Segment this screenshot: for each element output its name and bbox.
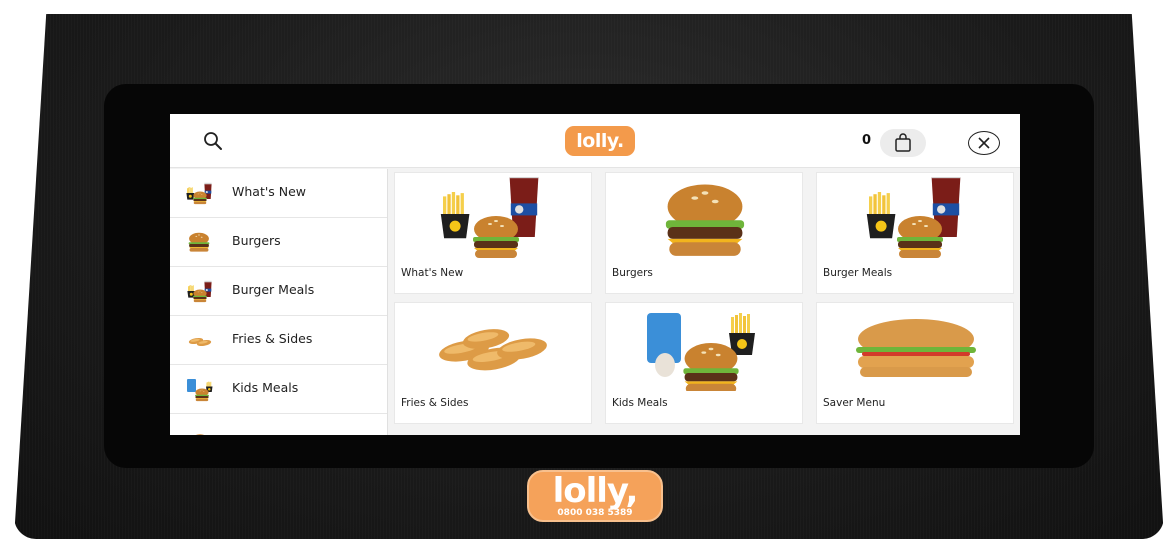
category-sidebar: What's New Burgers Burger Meals Fries & …	[170, 169, 388, 435]
sidebar-item-label: Fries & Sides	[232, 331, 313, 346]
sidebar-item-kids-meals[interactable]: Kids Meals	[170, 365, 387, 414]
kids-meals-image	[647, 313, 755, 391]
fries-sides-thumbnail	[188, 336, 212, 348]
top-bar: lolly. 0	[170, 114, 1020, 168]
burgers-image	[665, 184, 745, 256]
burger-meals-image	[866, 177, 961, 258]
menu-tile-burger-meals[interactable]: Burger Meals	[816, 172, 1014, 294]
sidebar-item-burgers[interactable]: Burgers	[170, 218, 387, 267]
menu-tile-burgers[interactable]: Burgers	[605, 172, 803, 294]
menu-tile-kids-meals[interactable]: Kids Meals	[605, 302, 803, 424]
saver-menu-thumbnail	[191, 434, 209, 435]
sidebar-item-partial[interactable]	[170, 414, 387, 435]
tile-label: Burgers	[612, 267, 653, 279]
photo-stage: lolly. 0 What's New Burgers Burger Meals…	[0, 0, 1175, 547]
whats-new-thumbnail	[186, 182, 212, 205]
sidebar-item-whats-new[interactable]: What's New	[170, 169, 387, 218]
device-brand-badge: lolly, 0800 038 5389	[527, 470, 663, 522]
whats-new-image	[440, 177, 539, 258]
fries-sides-image	[437, 325, 549, 375]
burgers-thumbnail	[188, 232, 210, 252]
tile-label: What's New	[401, 267, 464, 279]
badge-phone: 0800 038 5389	[557, 508, 633, 518]
kiosk-screen: lolly. 0 What's New Burgers Burger Meals…	[170, 114, 1020, 435]
tile-label: Burger Meals	[823, 267, 893, 279]
tile-label: Kids Meals	[612, 397, 668, 409]
sidebar-item-label: Burgers	[232, 233, 281, 248]
menu-tile-whats-new[interactable]: What's New	[394, 172, 592, 294]
close-icon	[978, 137, 990, 149]
close-button[interactable]	[968, 131, 1000, 155]
sidebar-item-label: Kids Meals	[232, 380, 299, 395]
sidebar-item-label: What's New	[232, 184, 307, 199]
sidebar-item-burger-meals[interactable]: Burger Meals	[170, 267, 387, 316]
burger-meals-thumbnail	[187, 280, 212, 303]
sidebar-item-label: Burger Meals	[232, 282, 315, 297]
kids-meals-thumbnail	[187, 379, 213, 402]
tile-label: Saver Menu	[823, 397, 886, 409]
brand-logo: lolly.	[565, 126, 635, 156]
saver-menu-image	[856, 319, 976, 377]
badge-brand: lolly,	[552, 471, 639, 511]
search-icon[interactable]	[202, 130, 224, 152]
shopping-bag-icon	[895, 133, 911, 152]
sidebar-item-fries-sides[interactable]: Fries & Sides	[170, 316, 387, 365]
cart-button[interactable]	[880, 129, 926, 157]
cart-count: 0	[862, 133, 872, 148]
menu-tile-fries-sides[interactable]: Fries & Sides	[394, 302, 592, 424]
menu-tile-saver-menu[interactable]: Saver Menu	[816, 302, 1014, 424]
tile-label: Fries & Sides	[401, 397, 469, 409]
